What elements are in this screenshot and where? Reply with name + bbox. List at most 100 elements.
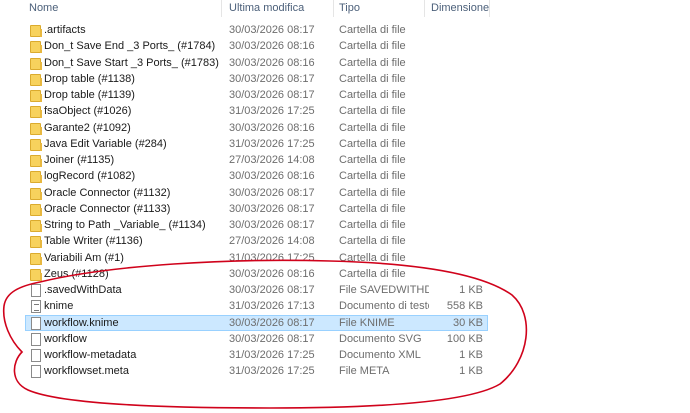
file-modified-date: 31/03/2026 17:25 [229,251,315,264]
file-type: File KNIME [339,316,395,329]
file-row[interactable]: String to Path _Variable_ (#1134) 30/03/2… [25,217,488,233]
column-header-bar: Nome Ultima modifica Tipo Dimensione [0,0,690,17]
file-modified-date: 30/03/2026 08:17 [229,89,315,101]
file-row[interactable]: .artifacts 30/03/2026 08:17 Cartella di fi… [25,22,488,38]
file-row[interactable]: Oracle Connector (#1132) 30/03/2026 08:17… [25,185,488,201]
file-name: .savedWithData [44,284,122,296]
file-modified-date: 31/03/2026 17:25 [229,365,315,378]
file-name: String to Path _Variable_ (#1134) [44,219,206,231]
column-header-size[interactable]: Dimensione [426,0,490,17]
file-size: 30 KB [453,316,483,329]
file-icon [30,349,43,362]
file-name: Don_t Save Start _3 Ports_ (#1783) [44,56,219,69]
file-modified-date: 30/03/2026 08:17 [229,284,315,296]
file-modified-date: 27/03/2026 14:08 [229,235,315,248]
file-row[interactable]: fsaObject (#1026) 31/03/2026 17:25 Cartell… [25,103,488,119]
column-header-type[interactable]: Tipo [334,0,424,17]
file-name: logRecord (#1082) [44,170,136,183]
file-name: Variabili Am (#1) [44,251,124,264]
file-row[interactable]: Java Edit Variable (#284) 31/03/2026 17:2… [25,136,488,152]
file-row[interactable]: Drop table (#1139) 30/03/2026 08:17 Cartel… [25,87,488,103]
file-row[interactable]: knime 31/03/2026 17:13 Documento di testo 5… [25,298,488,314]
file-type: Documento di testo [339,300,429,313]
file-type: Cartella di file [339,72,406,85]
file-name: workflow-metadata [44,349,137,361]
file-modified-date: 31/03/2026 17:25 [229,137,315,150]
file-name: Java Edit Variable (#284) [44,137,167,150]
file-name: Drop table (#1138) [44,72,135,85]
column-divider[interactable] [221,0,222,17]
column-divider[interactable] [489,0,490,17]
file-row[interactable]: workflow.knime 30/03/2026 08:17 File KNIME… [25,314,488,331]
file-type: Cartella di file [339,170,406,183]
file-type: Cartella di file [339,40,406,53]
folder-icon [30,122,43,135]
column-header-modified[interactable]: Ultima modifica [224,0,332,17]
file-type: Cartella di file [339,56,406,69]
folder-icon [30,154,43,167]
file-size: 1 KB [459,349,483,361]
file-row[interactable]: workflow 30/03/2026 08:17 Documento SVG 100… [25,331,488,347]
file-name: workflowset.meta [44,365,129,378]
file-row[interactable]: Oracle Connector (#1133) 30/03/2026 08:17… [25,201,488,217]
file-modified-date: 30/03/2026 08:17 [229,186,315,199]
file-row[interactable]: Drop table (#1138) 30/03/2026 08:17 Cartel… [25,71,488,87]
file-type: Cartella di file [339,202,406,215]
file-modified-date: 31/03/2026 17:25 [229,105,315,118]
folder-icon [30,138,43,151]
column-divider[interactable] [424,0,425,17]
folder-icon [30,219,43,232]
file-row[interactable]: Don_t Save End _3 Ports_ (#1784) 30/03/20… [25,38,488,54]
folder-icon [30,170,43,184]
file-modified-date: 30/03/2026 08:17 [229,219,315,231]
file-modified-date: 30/03/2026 08:17 [229,72,315,85]
file-row[interactable]: Garante2 (#1092) 30/03/2026 08:16 Cartella… [25,120,488,136]
file-row[interactable]: Don_t Save Start _3 Ports_ (#1783) 30/03/… [25,55,488,71]
file-name: Garante2 (#1092) [44,121,131,134]
file-modified-date: 30/03/2026 08:17 [229,202,315,215]
file-name: fsaObject (#1026) [44,105,132,118]
text-file-icon [30,300,43,314]
file-type: Cartella di file [339,219,406,231]
file-type: File SAVEDWITHD... [339,284,429,296]
file-type: Documento XML [339,349,421,361]
file-row[interactable]: .savedWithData 30/03/2026 08:17 File SAVED… [25,282,488,298]
file-size: 558 KB [446,300,483,313]
file-type: Cartella di file [339,251,406,264]
file-icon [30,284,43,297]
file-name: workflow [44,332,87,345]
file-name: Table Writer (#1136) [44,235,143,248]
file-name: Zeus (#1128) [44,267,109,280]
folder-icon [30,89,43,102]
file-modified-date: 30/03/2026 08:16 [229,170,315,183]
folder-icon [30,203,43,216]
file-name: Oracle Connector (#1132) [44,186,171,199]
file-row[interactable]: Table Writer (#1136) 27/03/2026 14:08 Cart… [25,233,488,249]
folder-icon [30,73,43,86]
file-modified-date: 30/03/2026 08:17 [229,332,315,345]
file-name: Joiner (#1135) [44,154,115,166]
file-type: Cartella di file [339,137,406,150]
file-modified-date: 30/03/2026 08:16 [229,267,315,280]
file-type: Cartella di file [339,121,406,134]
file-type: Cartella di file [339,154,406,166]
file-type: Cartella di file [339,105,406,118]
file-name: knime [44,300,74,313]
folder-icon [30,24,43,37]
file-size: 1 KB [459,284,483,296]
file-modified-date: 27/03/2026 14:08 [229,154,315,166]
file-name: Drop table (#1139) [44,89,135,101]
file-row[interactable]: workflow-metadata 31/03/2026 17:25 Documen… [25,347,488,363]
file-row[interactable]: logRecord (#1082) 30/03/2026 08:16 Cartell… [25,168,488,184]
file-type: Cartella di file [339,186,406,199]
column-header-name[interactable]: Nome [24,0,220,17]
file-name: Oracle Connector (#1133) [44,202,171,215]
file-row[interactable]: workflowset.meta 31/03/2026 17:25 File MET… [25,363,488,379]
file-row[interactable]: Variabili Am (#1) 31/03/2026 17:25 Cartell… [25,250,488,266]
file-type: Cartella di file [339,24,406,36]
file-row[interactable]: Joiner (#1135) 27/03/2026 14:08 Cartella d… [25,152,488,168]
folder-icon [30,268,43,281]
file-row[interactable]: Zeus (#1128) 30/03/2026 08:16 Cartella di … [25,266,488,282]
file-type: Documento SVG [339,332,422,345]
file-explorer-list: Nome Ultima modifica Tipo Dimensione .ar… [0,0,690,413]
